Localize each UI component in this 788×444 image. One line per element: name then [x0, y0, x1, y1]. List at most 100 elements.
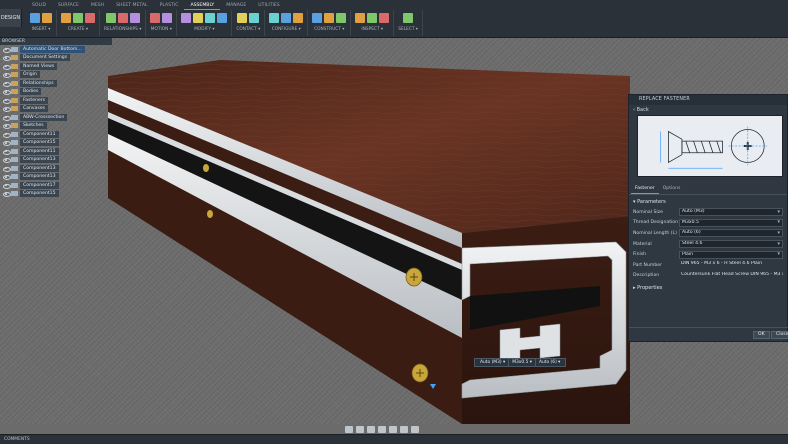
drive-joints-icon[interactable] — [150, 12, 161, 23]
insert-component-icon[interactable] — [30, 12, 40, 23]
ribbon-group-label[interactable]: SELECT ▾ — [398, 27, 418, 32]
fit-icon[interactable] — [378, 425, 386, 433]
eye-icon[interactable] — [3, 191, 11, 198]
eye-icon[interactable] — [3, 97, 11, 104]
browser-item[interactable]: Component11 — [0, 147, 112, 156]
interference-icon[interactable] — [367, 12, 378, 23]
tab-fastener[interactable]: Fastener — [631, 185, 659, 194]
eye-icon[interactable] — [3, 106, 11, 113]
appearance-icon[interactable] — [205, 12, 216, 23]
as-built-joint-icon[interactable] — [117, 12, 128, 23]
viewports-icon[interactable] — [411, 425, 419, 433]
tab-mesh[interactable]: MESH — [85, 2, 110, 10]
eye-icon[interactable] — [3, 55, 11, 62]
browser-item[interactable]: Canvases — [0, 105, 112, 114]
parameter-dropdown[interactable]: Auto (6) — [679, 229, 783, 238]
browser-item[interactable]: Component15 — [0, 190, 112, 199]
orbit-icon[interactable] — [345, 425, 353, 433]
browser-item[interactable]: Component13 — [0, 156, 112, 165]
theme-icon[interactable] — [293, 12, 304, 23]
browser-item[interactable]: Sketches — [0, 122, 112, 131]
configuration-icon[interactable] — [269, 12, 280, 23]
browser-item[interactable]: Relationships — [0, 79, 112, 88]
insert-derive-icon[interactable] — [42, 12, 52, 23]
parameter-dropdown[interactable]: M3x0.5 — [679, 218, 783, 227]
fastener-screw-upper[interactable] — [405, 267, 423, 287]
browser-item[interactable]: Component13 — [0, 173, 112, 182]
eye-icon[interactable] — [3, 72, 11, 79]
parameter-dropdown[interactable]: Steel 4.6 — [679, 240, 783, 249]
fastener-screw-side-1[interactable] — [203, 164, 209, 172]
tab-utilities[interactable]: UTILITIES — [252, 2, 285, 10]
browser-item[interactable]: Component17 — [0, 181, 112, 190]
close-button[interactable]: Close — [771, 331, 788, 339]
browser-item[interactable]: Document Settings — [0, 54, 112, 63]
delete-icon[interactable] — [217, 12, 228, 23]
eye-icon[interactable] — [3, 140, 11, 147]
ribbon-group-label[interactable]: RELATIONSHIPS ▾ — [104, 27, 141, 32]
browser-item[interactable]: Component15 — [0, 139, 112, 148]
tab-sheet-metal[interactable]: SHEET METAL — [110, 2, 153, 10]
motion-link-icon[interactable] — [162, 12, 173, 23]
eye-icon[interactable] — [3, 89, 11, 96]
point-icon[interactable] — [336, 12, 347, 23]
parameter-dropdown[interactable]: Auto (M3) — [679, 208, 783, 217]
enable-contact-icon[interactable] — [249, 12, 260, 23]
ribbon-group-label[interactable]: CONSTRUCT ▾ — [314, 27, 344, 32]
section-analysis-icon[interactable] — [379, 12, 390, 23]
ribbon-group-label[interactable]: MOTION ▾ — [151, 27, 172, 32]
browser-header[interactable]: BROWSER — [0, 38, 112, 45]
new-component-icon[interactable] — [61, 12, 71, 23]
ribbon-group-label[interactable]: CONFIGURE ▾ — [272, 27, 301, 32]
ribbon-group-label[interactable]: CONTACT ▾ — [236, 27, 260, 32]
contact-sets-icon[interactable] — [237, 12, 248, 23]
back-link[interactable]: ‹ Back — [629, 105, 787, 115]
canvas-dropdown-value[interactable]: Auto (6) ▾ — [536, 359, 563, 366]
eye-icon[interactable] — [3, 131, 11, 138]
eye-icon[interactable] — [3, 63, 11, 70]
browser-item[interactable]: Component11 — [0, 130, 112, 139]
eye-icon[interactable] — [3, 157, 11, 164]
workspace-switcher[interactable]: DESIGN — [0, 9, 22, 27]
ribbon-group-label[interactable]: MODIFY ▾ — [194, 27, 214, 32]
eye-icon[interactable] — [3, 114, 11, 121]
parameter-dropdown[interactable]: Plain — [679, 250, 783, 259]
pan-icon[interactable] — [356, 425, 364, 433]
browser-item[interactable]: Component13 — [0, 164, 112, 173]
browser-item[interactable]: ABW-Crosssection — [0, 113, 112, 122]
move-icon[interactable] — [181, 12, 192, 23]
ribbon-group-label[interactable]: INSPECT ▾ — [361, 27, 383, 32]
comments-label[interactable]: COMMENTS — [4, 437, 30, 442]
table-icon[interactable] — [281, 12, 292, 23]
display-settings-icon[interactable] — [389, 425, 397, 433]
canvas-dropdown-value[interactable]: Auto (M3) ▾ — [477, 359, 510, 366]
revolve-icon[interactable] — [85, 12, 95, 23]
grid-icon[interactable] — [400, 425, 408, 433]
tab-options[interactable]: Options — [659, 185, 685, 194]
fastener-screw-side-2[interactable] — [207, 210, 213, 218]
eye-icon[interactable] — [3, 46, 11, 53]
tab-manage[interactable]: MANAGE — [220, 2, 252, 10]
axis-icon[interactable] — [324, 12, 335, 23]
browser-item[interactable]: Fasteners — [0, 96, 112, 105]
offset-plane-icon[interactable] — [312, 12, 323, 23]
measure-icon[interactable] — [355, 12, 366, 23]
eye-icon[interactable] — [3, 174, 11, 181]
zoom-icon[interactable] — [367, 425, 375, 433]
browser-item[interactable]: Named Views — [0, 62, 112, 71]
tab-assembly[interactable]: ASSEMBLY — [184, 2, 221, 10]
eye-icon[interactable] — [3, 123, 11, 130]
browser-item[interactable]: Origin — [0, 71, 112, 80]
eye-icon[interactable] — [3, 165, 11, 172]
browser-item[interactable]: Automatic Door Bottom... — [0, 45, 112, 54]
eye-icon[interactable] — [3, 182, 11, 189]
eye-icon[interactable] — [3, 148, 11, 155]
eye-icon[interactable] — [3, 80, 11, 87]
tab-plastic[interactable]: PLASTIC — [154, 2, 185, 10]
parameters-section-header[interactable]: ▾ Parameters — [629, 198, 787, 207]
rigid-group-icon[interactable] — [129, 12, 140, 23]
ribbon-group-label[interactable]: INSERT ▾ — [32, 27, 51, 32]
ok-button[interactable]: OK — [753, 331, 770, 339]
joint-icon[interactable] — [105, 12, 116, 23]
canvas-dropdown-value[interactable]: M3x0.5 ▾ — [509, 359, 536, 366]
